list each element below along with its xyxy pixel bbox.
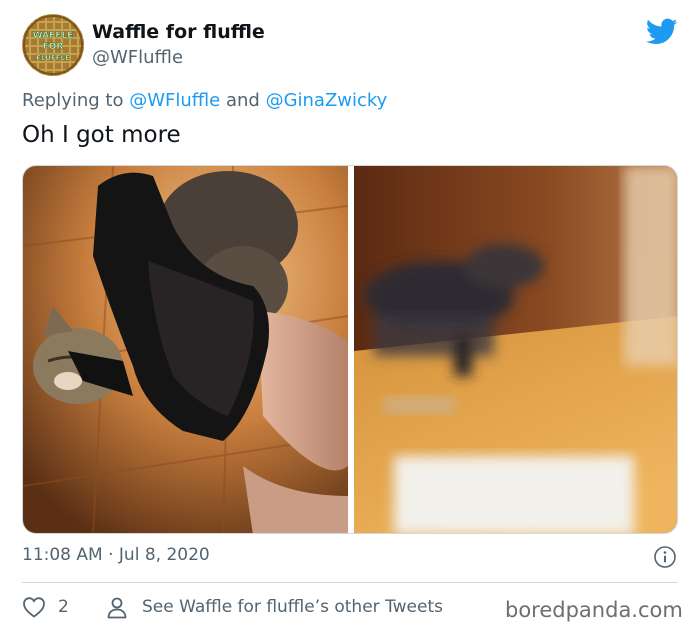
twitter-bird-icon[interactable] [646, 18, 678, 46]
svg-text:WAFFLE: WAFFLE [33, 31, 74, 41]
heart-icon[interactable] [22, 596, 46, 618]
tweet-card: WAFFLE FOR FLUFFLE Waffle for fluffle @W… [0, 0, 700, 636]
replying-to-conjunction: and [220, 90, 266, 111]
media-grid [22, 165, 678, 534]
waffle-avatar-icon: WAFFLE FOR FLUFFLE [22, 14, 84, 76]
info-icon[interactable] [653, 545, 677, 569]
svg-text:FOR: FOR [43, 42, 64, 52]
replying-to-line: Replying to @WFluffle and @GinaZwicky [22, 90, 387, 111]
divider [22, 582, 678, 583]
photo-blurry-cat-running[interactable] [354, 166, 677, 533]
see-other-tweets-link[interactable]: See Waffle for fluffle’s other Tweets [142, 597, 443, 617]
author-avatar[interactable]: WAFFLE FOR FLUFFLE [22, 14, 84, 76]
tweet-text: Oh I got more [22, 122, 181, 148]
replying-to-prefix: Replying to [22, 90, 130, 111]
author-display-name[interactable]: Waffle for fluffle [92, 21, 265, 43]
photo-cat-and-heel[interactable] [23, 166, 348, 533]
person-icon[interactable] [106, 596, 128, 620]
boredpanda-watermark: boredpanda.com [505, 598, 683, 622]
mention-link-ginazwicky[interactable]: @GinaZwicky [266, 90, 388, 111]
svg-text:FLUFFLE: FLUFFLE [36, 54, 70, 62]
like-count: 2 [58, 597, 69, 617]
mention-link-wfluffle[interactable]: @WFluffle [129, 90, 220, 111]
author-handle[interactable]: @WFluffle [92, 47, 183, 68]
tweet-timestamp[interactable]: 11:08 AM · Jul 8, 2020 [22, 545, 210, 565]
